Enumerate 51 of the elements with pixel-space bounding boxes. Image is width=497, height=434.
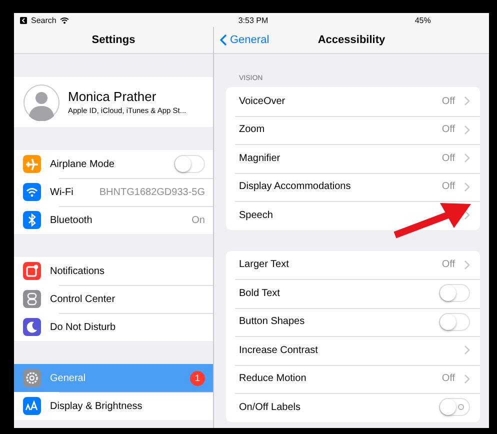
status-time: 3:53 PM bbox=[238, 16, 268, 24]
profile-name: Monica Prather bbox=[68, 89, 158, 104]
sidebar-item[interactable]: General 1 bbox=[14, 364, 213, 392]
sidebar-item[interactable]: Do Not Disturb bbox=[14, 313, 213, 341]
settings-row[interactable]: Speech bbox=[226, 201, 480, 230]
chevron-icon bbox=[464, 260, 470, 270]
settings-row[interactable]: Reduce Motion Off bbox=[226, 364, 480, 393]
sidebar-title: Settings bbox=[92, 34, 136, 46]
sidebar-item[interactable]: Control Center bbox=[14, 285, 213, 313]
settings-row[interactable]: Zoom Off bbox=[226, 116, 480, 144]
notification-badge: 1 bbox=[190, 370, 205, 386]
back-app-label[interactable]: Search bbox=[31, 16, 56, 24]
sidebar-item[interactable]: Airplane Mode bbox=[14, 150, 213, 178]
settings-row[interactable]: Magnifier Off bbox=[226, 144, 480, 172]
back-app-icon bbox=[20, 16, 27, 24]
toggle-switch[interactable] bbox=[439, 398, 470, 416]
item-value: On bbox=[192, 214, 205, 226]
battery-percentage: 45% bbox=[414, 16, 431, 25]
back-chevron-icon bbox=[220, 34, 227, 46]
sidebar-item[interactable]: Wi-Fi BHNTG1682GD933-5G bbox=[14, 178, 213, 206]
chevron-icon bbox=[464, 182, 470, 192]
settings-row[interactable]: Button Shapes bbox=[226, 308, 480, 336]
toggle-switch[interactable] bbox=[439, 284, 470, 302]
avatar-icon bbox=[23, 84, 60, 120]
sidebar-item[interactable]: Bluetooth On bbox=[14, 206, 213, 234]
settings-row[interactable]: VoiceOver Off bbox=[226, 87, 480, 116]
settings-row[interactable]: Bold Text bbox=[226, 279, 480, 308]
chevron-icon bbox=[464, 374, 470, 384]
row-value: Off bbox=[442, 373, 455, 384]
chevron-icon bbox=[464, 96, 470, 106]
back-button[interactable]: General bbox=[220, 27, 270, 53]
settings-row[interactable]: Increase Contrast bbox=[226, 336, 480, 364]
chevron-icon bbox=[464, 210, 470, 220]
chevron-icon bbox=[464, 124, 470, 135]
toggle-switch[interactable] bbox=[174, 155, 205, 173]
wifi-icon bbox=[60, 16, 70, 24]
settings-row[interactable]: Larger Text Off bbox=[226, 250, 480, 279]
row-value: Off bbox=[442, 259, 455, 270]
settings-row[interactable]: Display Accommodations Off bbox=[226, 172, 480, 201]
row-value: Off bbox=[442, 152, 455, 164]
row-value: Off bbox=[442, 181, 455, 192]
chevron-icon bbox=[464, 345, 470, 356]
row-value: Off bbox=[442, 124, 455, 136]
item-value: BHNTG1682GD933-5G bbox=[99, 186, 205, 198]
row-value: Off bbox=[442, 96, 455, 107]
sidebar-item[interactable]: Display & Brightness bbox=[14, 392, 213, 420]
toggle-switch[interactable] bbox=[439, 312, 470, 331]
settings-row[interactable]: On/Off Labels bbox=[226, 393, 480, 422]
chevron-icon bbox=[464, 153, 470, 164]
sidebar-item[interactable]: Notifications bbox=[14, 257, 213, 285]
page-title: Accessibility bbox=[318, 34, 386, 46]
